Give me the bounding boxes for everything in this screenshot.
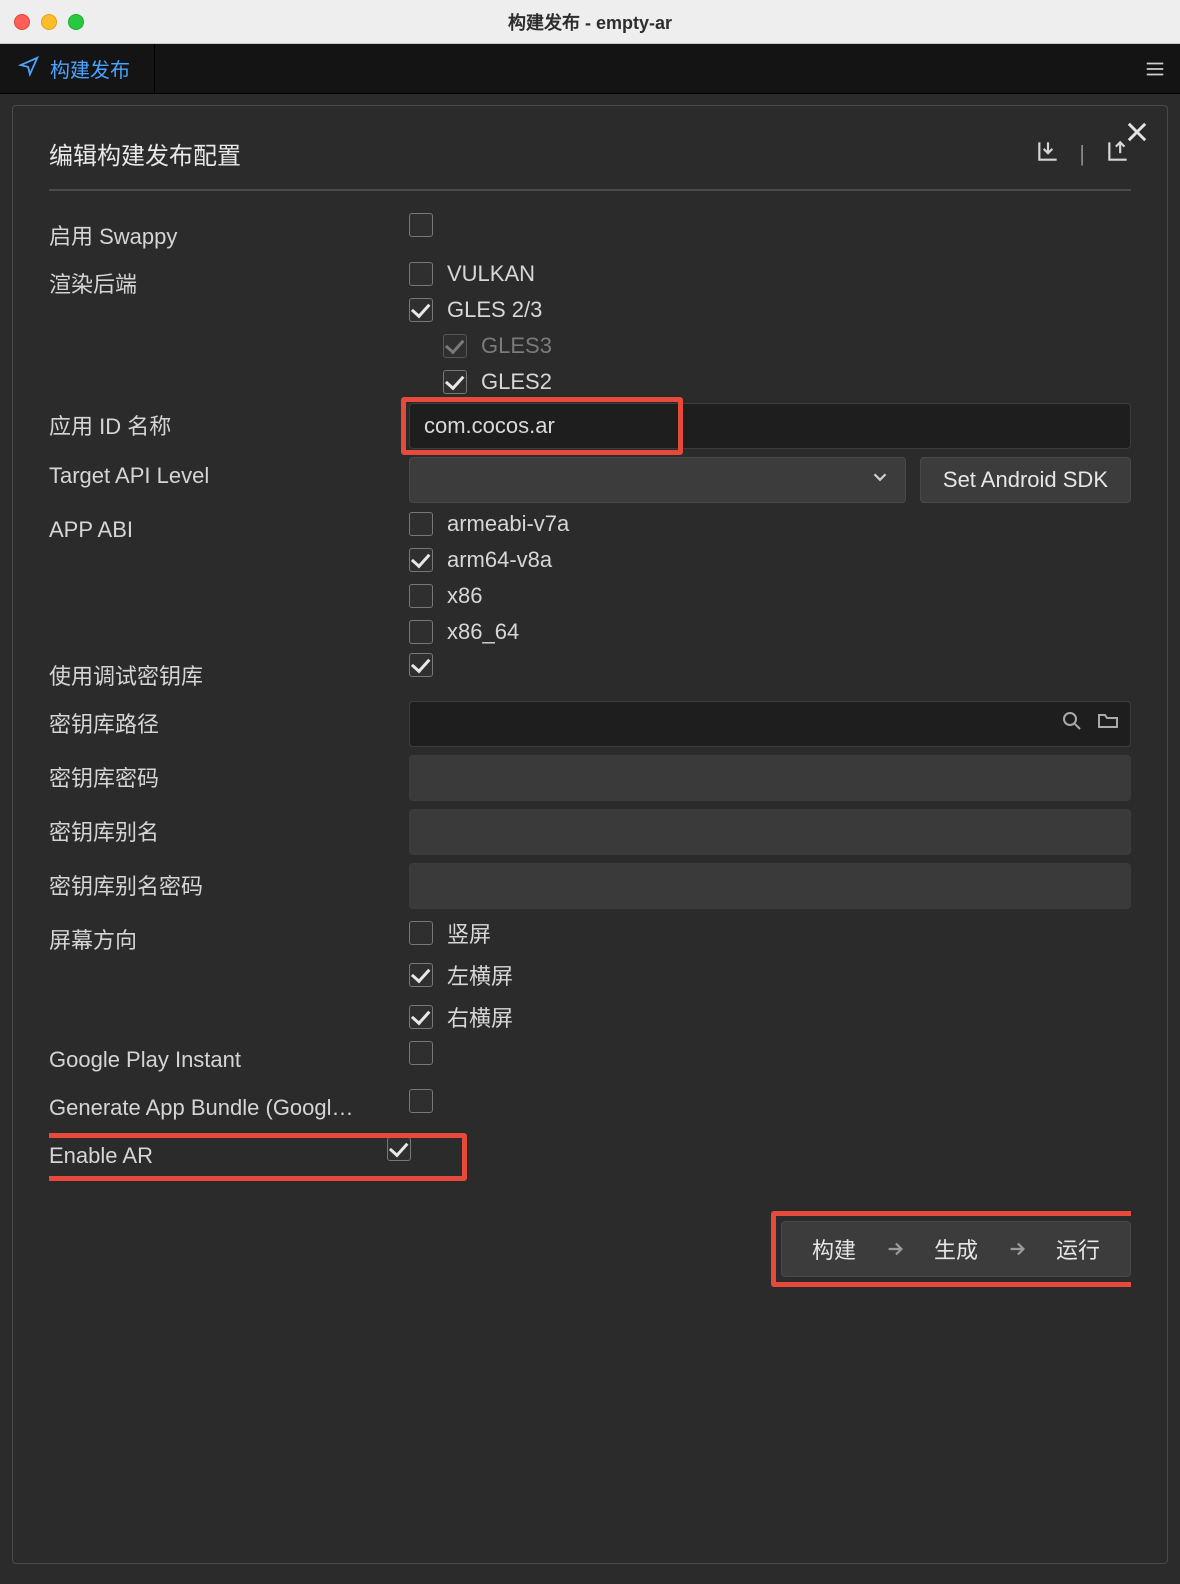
tab-strip: 构建发布 [0, 44, 1180, 94]
keystore-pass-input[interactable] [409, 755, 1131, 801]
form: 启用 Swappy 渲染后端 VULKAN GLES 2/3 [49, 203, 1131, 1277]
enable-ar-label: Enable AR [49, 1137, 387, 1169]
gles2-label: GLES2 [481, 369, 552, 395]
app-id-input[interactable] [409, 403, 1131, 449]
orientation-land-right-label: 右横屏 [447, 1001, 513, 1033]
build-actions-bar: 构建 生成 运行 [781, 1221, 1131, 1277]
enable-swappy-checkbox[interactable] [409, 213, 433, 237]
orientation-portrait-checkbox[interactable] [409, 921, 433, 945]
close-panel-button[interactable] [1123, 118, 1151, 152]
tab-build-label: 构建发布 [50, 54, 130, 83]
abi-x86-checkbox[interactable] [409, 584, 433, 608]
gp-instant-checkbox[interactable] [409, 1041, 433, 1065]
app-id-label: 应用 ID 名称 [49, 403, 409, 441]
keystore-path-input[interactable] [409, 701, 1131, 747]
arrow-right-icon [884, 1238, 906, 1260]
search-icon[interactable] [1060, 709, 1084, 739]
keystore-alias-pass-input[interactable] [409, 863, 1131, 909]
gles3-label: GLES3 [481, 333, 552, 359]
menu-button[interactable] [1130, 44, 1180, 93]
abi-armeabi-v7a-label: armeabi-v7a [447, 511, 569, 537]
abi-x86-64-label: x86_64 [447, 619, 519, 645]
abi-x86-label: x86 [447, 583, 482, 609]
arrow-right-icon [1006, 1238, 1028, 1260]
vulkan-checkbox[interactable] [409, 262, 433, 286]
import-config-button[interactable] [1035, 138, 1061, 170]
keystore-alias-input[interactable] [409, 809, 1131, 855]
chevron-down-icon [869, 466, 891, 494]
enable-swappy-label: 启用 Swappy [49, 213, 409, 251]
gp-instant-label: Google Play Instant [49, 1041, 409, 1073]
window-titlebar: 构建发布 - empty-ar [0, 0, 1180, 44]
gles23-checkbox[interactable] [409, 298, 433, 322]
abi-x86-64-checkbox[interactable] [409, 620, 433, 644]
abi-arm64-v8a-checkbox[interactable] [409, 548, 433, 572]
orientation-land-left-label: 左横屏 [447, 959, 513, 991]
make-button[interactable]: 生成 [924, 1233, 988, 1265]
tab-build[interactable]: 构建发布 [0, 44, 155, 93]
render-backend-label: 渲染后端 [49, 261, 409, 299]
panel-header: 编辑构建发布配置 | [49, 136, 1131, 191]
window-title: 构建发布 - empty-ar [0, 9, 1180, 35]
header-separator: | [1079, 141, 1085, 167]
app-bundle-label: Generate App Bundle (Googl… [49, 1089, 409, 1121]
enable-ar-checkbox[interactable] [387, 1137, 411, 1161]
build-button[interactable]: 构建 [802, 1233, 866, 1265]
orientation-land-left-checkbox[interactable] [409, 963, 433, 987]
set-android-sdk-button[interactable]: Set Android SDK [920, 457, 1131, 503]
orientation-label: 屏幕方向 [49, 917, 409, 955]
orientation-land-right-checkbox[interactable] [409, 1005, 433, 1029]
keystore-pass-label: 密钥库密码 [49, 755, 409, 793]
gles23-label: GLES 2/3 [447, 297, 542, 323]
abi-arm64-v8a-label: arm64-v8a [447, 547, 552, 573]
keystore-path-label: 密钥库路径 [49, 701, 409, 739]
panel-title: 编辑构建发布配置 [49, 136, 241, 171]
gles2-checkbox[interactable] [443, 370, 467, 394]
vulkan-label: VULKAN [447, 261, 535, 287]
gles3-checkbox [443, 334, 467, 358]
debug-keystore-label: 使用调试密钥库 [49, 653, 409, 691]
run-button[interactable]: 运行 [1046, 1233, 1110, 1265]
api-level-select[interactable] [409, 457, 906, 503]
abi-armeabi-v7a-checkbox[interactable] [409, 512, 433, 536]
app-abi-label: APP ABI [49, 511, 409, 543]
orientation-portrait-label: 竖屏 [447, 917, 491, 949]
debug-keystore-checkbox[interactable] [409, 653, 433, 677]
paper-plane-icon [18, 55, 40, 83]
keystore-alias-label: 密钥库别名 [49, 809, 409, 847]
api-level-label: Target API Level [49, 457, 409, 489]
build-config-panel: 编辑构建发布配置 | 启用 Swappy 渲染后端 [12, 105, 1168, 1564]
app-bundle-checkbox[interactable] [409, 1089, 433, 1113]
keystore-alias-pass-label: 密钥库别名密码 [49, 863, 409, 901]
folder-icon[interactable] [1096, 709, 1120, 739]
